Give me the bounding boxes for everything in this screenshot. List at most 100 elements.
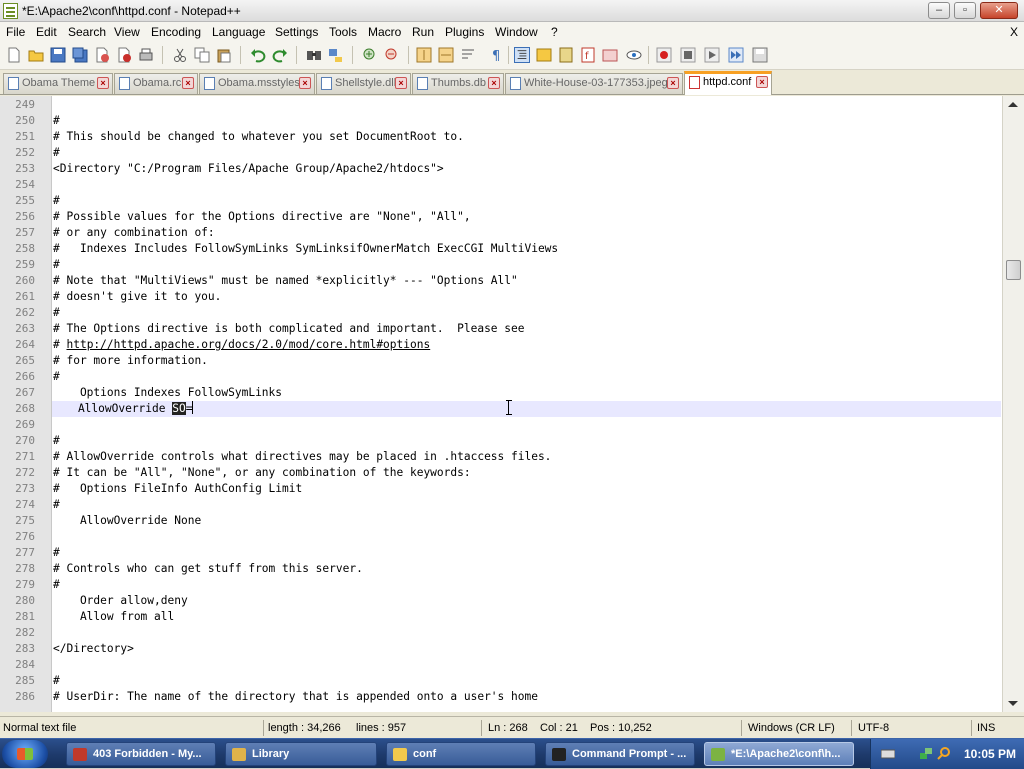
line-number[interactable]: 273 [0, 481, 35, 497]
code-line[interactable]: # [53, 145, 60, 161]
menu-settings[interactable]: Settings [275, 25, 318, 39]
save-icon[interactable] [50, 47, 66, 63]
line-number[interactable]: 270 [0, 433, 35, 449]
close-button[interactable]: ✕ [980, 2, 1018, 19]
tab-shellstyle-dll[interactable]: Shellstyle.dll × [316, 73, 411, 94]
line-number[interactable]: 259 [0, 257, 35, 273]
code-line[interactable]: # doesn't give it to you. [53, 289, 221, 305]
status-insert-mode[interactable]: INS [977, 722, 995, 734]
tab-httpd-conf[interactable]: httpd.conf × [684, 71, 772, 95]
line-number[interactable]: 254 [0, 177, 35, 193]
line-number[interactable]: 256 [0, 209, 35, 225]
line-number[interactable]: 269 [0, 417, 35, 433]
code-line[interactable]: # for more information. [53, 353, 208, 369]
title-bar[interactable]: *E:\Apache2\conf\httpd.conf - Notepad++ … [0, 0, 1024, 22]
taskbar-item-library[interactable]: Library [225, 742, 377, 766]
code-line[interactable]: # Controls who can get stuff from this s… [53, 561, 363, 577]
code-line[interactable]: # Note that "MultiViews" must be named *… [53, 273, 518, 289]
code-line[interactable]: # It can be "All", "None", or any combin… [53, 465, 471, 481]
code-line[interactable]: # This should be changed to whatever you… [53, 129, 464, 145]
code-line[interactable]: # or any combination of: [53, 225, 215, 241]
menu-run[interactable]: Run [412, 25, 434, 39]
line-number[interactable]: 284 [0, 657, 35, 673]
line-number[interactable]: 272 [0, 465, 35, 481]
print-icon[interactable] [138, 47, 154, 63]
line-number-gutter[interactable]: 249 250 251 252 253 254 255 256 257 258 259 260 261 2… [0, 96, 52, 712]
code-line[interactable]: # [53, 577, 60, 593]
keyboard-icon[interactable] [881, 747, 895, 760]
line-number[interactable]: 265 [0, 353, 35, 369]
menu-macro[interactable]: Macro [368, 25, 401, 39]
line-number[interactable]: 261 [0, 289, 35, 305]
document-map-icon[interactable] [558, 47, 574, 63]
find-icon[interactable] [306, 47, 322, 63]
run-macro-multiple-icon[interactable] [728, 47, 744, 63]
line-number[interactable]: 274 [0, 497, 35, 513]
line-number[interactable]: 276 [0, 529, 35, 545]
sync-horizontal-icon[interactable] [438, 47, 454, 63]
menu-plugins[interactable]: Plugins [445, 25, 484, 39]
menu-edit[interactable]: Edit [36, 25, 57, 39]
url-link[interactable]: http://httpd.apache.org/docs/2.0/mod/cor… [66, 338, 430, 351]
sync-vertical-icon[interactable] [416, 47, 432, 63]
code-line[interactable]: # The Options directive is both complica… [53, 321, 524, 337]
paste-icon[interactable] [216, 47, 232, 63]
code-line[interactable]: # [53, 497, 60, 513]
user-defined-language-icon[interactable] [536, 47, 552, 63]
line-number[interactable]: 268 [0, 401, 35, 417]
tab-obama-rci[interactable]: Obama.rci × [114, 73, 198, 94]
code-line[interactable]: # [53, 673, 60, 689]
replace-icon[interactable] [328, 47, 344, 63]
indent-guide-icon[interactable] [514, 47, 530, 63]
code-line[interactable]: # http://httpd.apache.org/docs/2.0/mod/c… [53, 337, 430, 353]
open-file-icon[interactable] [28, 47, 44, 63]
scrollbar-thumb[interactable] [1006, 260, 1021, 280]
zoom-out-icon[interactable] [384, 47, 400, 63]
code-line[interactable]: # AllowOverride controls what directives… [53, 449, 551, 465]
folder-as-workspace-icon[interactable] [602, 47, 618, 63]
status-encoding[interactable]: UTF-8 [858, 722, 889, 734]
show-all-characters-icon[interactable]: ¶ [488, 47, 504, 63]
code-text-area[interactable]: # # This should be changed to whatever yo… [52, 96, 1002, 712]
code-line[interactable]: Allow from all [53, 609, 174, 625]
line-number[interactable]: 252 [0, 145, 35, 161]
playback-icon[interactable] [704, 47, 720, 63]
tab-close-icon[interactable]: × [97, 77, 109, 89]
line-number[interactable]: 262 [0, 305, 35, 321]
current-code-line[interactable]: AllowOverride SO= [52, 401, 1001, 417]
code-line[interactable]: AllowOverride None [53, 513, 201, 529]
menu-help[interactable]: ? [551, 25, 558, 39]
line-number[interactable]: 282 [0, 625, 35, 641]
menu-tools[interactable]: Tools [329, 25, 357, 39]
code-line[interactable]: Order allow,deny [53, 593, 188, 609]
taskbar-item-command-prompt[interactable]: Command Prompt - ... [545, 742, 695, 766]
menu-search[interactable]: Search [68, 25, 106, 39]
code-line[interactable]: # UserDir: The name of the directory tha… [53, 689, 538, 705]
code-line[interactable]: # Indexes Includes FollowSymLinks SymLin… [53, 241, 558, 257]
menu-window[interactable]: Window [495, 25, 538, 39]
line-number[interactable]: 275 [0, 513, 35, 529]
tab-close-icon[interactable]: × [395, 77, 407, 89]
line-number[interactable]: 266 [0, 369, 35, 385]
line-number[interactable]: 251 [0, 129, 35, 145]
code-line[interactable]: # [53, 545, 60, 561]
line-number[interactable]: 278 [0, 561, 35, 577]
tab-white-house-jpeg[interactable]: White-House-03-177353.jpeg × [505, 73, 683, 94]
taskbar-item-conf-folder[interactable]: conf [386, 742, 536, 766]
selected-text[interactable]: SO [172, 402, 186, 415]
tab-close-icon[interactable]: × [756, 76, 768, 88]
status-eol-format[interactable]: Windows (CR LF) [748, 722, 835, 734]
line-number[interactable]: 279 [0, 577, 35, 593]
code-line[interactable]: # [53, 305, 60, 321]
line-number[interactable]: 286 [0, 689, 35, 705]
copy-icon[interactable] [194, 47, 210, 63]
line-number[interactable]: 258 [0, 241, 35, 257]
menu-encoding[interactable]: Encoding [151, 25, 201, 39]
line-number[interactable]: 263 [0, 321, 35, 337]
start-button[interactable] [2, 740, 48, 768]
function-list-icon[interactable]: f [580, 47, 596, 63]
code-line[interactable]: # Possible values for the Options direct… [53, 209, 471, 225]
cut-icon[interactable] [172, 47, 188, 63]
stop-recording-icon[interactable] [680, 47, 696, 63]
code-line[interactable]: # Options FileInfo AuthConfig Limit [53, 481, 302, 497]
